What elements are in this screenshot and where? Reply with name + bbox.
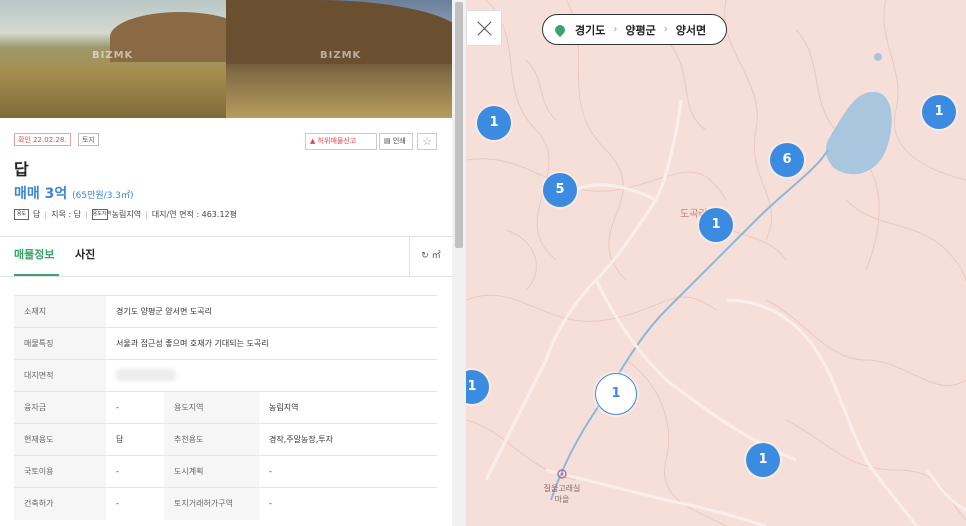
listing-photo-2[interactable]: BIZMK (226, 0, 452, 118)
listing-info-table: 소재지 경기도 양평군 양서면 도곡리 매물특징 서울과 접근성 좋으며 호재가… (14, 295, 437, 520)
map-village-label: 질울고래실 마을 (543, 484, 581, 504)
row-value: - (259, 455, 437, 488)
close-map-button[interactable] (466, 10, 502, 46)
tab-listing-info[interactable]: 매물정보 (14, 246, 54, 262)
location-pin-icon (552, 22, 568, 37)
favorite-button[interactable]: ☆ (417, 133, 437, 150)
row-value: 경작,주말농장,투자 (259, 423, 437, 456)
photo-watermark: BIZMK (92, 50, 134, 61)
listing-price: 매매 3억 (65만원/3.3㎡) (14, 183, 134, 203)
land-area-value-blurred (106, 359, 437, 392)
map-cluster-marker[interactable]: 1 (746, 443, 780, 477)
unit-toggle-button[interactable]: ↻ ㎡ (409, 237, 452, 276)
address-label: 소재지 (14, 295, 106, 328)
address-value: 경기도 양평군 양서면 도곡리 (106, 295, 437, 328)
table-row: 융자금 - 용도지역 농림지역 (14, 391, 437, 424)
unit-label: ㎡ (431, 251, 441, 261)
table-row: 소재지 경기도 양평군 양서면 도곡리 (14, 295, 437, 328)
row-label: 국토이용 (14, 455, 106, 488)
row-value: 농림지역 (259, 391, 437, 424)
row-value: 답 (106, 423, 165, 456)
row-label: 용도지역 (164, 391, 260, 424)
photo-watermark: BIZMK (320, 50, 362, 61)
table-row: 매물특징 서울과 접근성 좋으며 호재가 기대되는 도곡리 (14, 327, 437, 360)
print-button[interactable]: ▤ 인쇄 (379, 133, 413, 150)
row-label: 융자금 (14, 391, 106, 424)
confirm-date-badge: 확인 22.02.28. (14, 133, 71, 146)
map-cluster-marker[interactable]: 1 (922, 95, 956, 129)
row-label: 추천용도 (164, 423, 260, 456)
breadcrumb-province[interactable]: 경기도 (567, 22, 613, 38)
table-row: 건축허가 - 토지거래허가구역 - (14, 487, 437, 520)
row-value: - (106, 391, 165, 424)
map-cluster-marker-selected[interactable]: 1 (595, 373, 637, 415)
row-label: 건축허가 (14, 487, 106, 520)
attr-zoning: 농림지역 (111, 210, 142, 219)
table-row: 대지면적 (14, 359, 437, 392)
row-value: - (259, 487, 437, 520)
listing-attributes: 용도 답 | 지목 : 답 | 용도지역 농림지역 | 대지/연 면적 : 46… (14, 209, 237, 220)
map-cluster-marker[interactable]: 1 (477, 106, 511, 140)
photo-strip[interactable]: BIZMK BIZMK (0, 0, 452, 118)
row-value: - (106, 487, 165, 520)
map-view[interactable]: 경기도 › 양평군 › 양서면 도곡리 질울고래실 마을 1 1 6 5 1 1… (466, 0, 966, 526)
map-cluster-marker[interactable]: 1 (699, 208, 733, 242)
print-button-label: 인쇄 (392, 137, 406, 145)
row-label: 도시계획 (164, 455, 260, 488)
tab-photos[interactable]: 사진 (75, 246, 95, 262)
feature-label: 매물특징 (14, 327, 106, 360)
map-background (466, 0, 966, 526)
attr-land-category: 지목 : 답 (51, 210, 81, 219)
zoning-icon: 용도지역 (91, 209, 111, 220)
property-type-badge: 토지 (78, 133, 99, 146)
listing-title: 답 (14, 160, 29, 179)
siren-icon: ▲ (310, 137, 316, 145)
breadcrumb-district[interactable]: 양서면 (668, 22, 714, 38)
land-area-label: 대지면적 (14, 359, 106, 392)
row-label: 현재용도 (14, 423, 106, 456)
attr-land-use: 답 (33, 210, 41, 219)
map-region-breadcrumb[interactable]: 경기도 › 양평군 › 양서면 (542, 14, 728, 45)
table-row: 국토이용 - 도시계획 - (14, 455, 437, 488)
row-label: 토지거래허가구역 (164, 487, 260, 520)
map-cluster-marker[interactable]: 6 (770, 143, 804, 177)
print-icon: ▤ (384, 137, 391, 145)
scrollbar-thumb[interactable] (455, 2, 463, 248)
attr-area: 대지/연 면적 : 463.12평 (151, 210, 237, 219)
listing-panel: BIZMK BIZMK 확인 22.02.28. 토지 ▲ 허위매물신고 ▤ 인… (0, 0, 466, 526)
feature-value: 서울과 접근성 좋으며 호재가 기대되는 도곡리 (106, 327, 437, 360)
listing-photo-1[interactable]: BIZMK (0, 0, 226, 118)
report-button-label: 허위매물신고 (317, 137, 357, 145)
refresh-icon: ↻ (421, 251, 429, 261)
row-value: - (106, 455, 165, 488)
star-icon: ☆ (422, 135, 432, 148)
price-main: 매매 3억 (14, 186, 68, 202)
price-per-unit: (65만원/3.3㎡) (72, 191, 134, 201)
map-cluster-marker[interactable]: 5 (543, 173, 577, 207)
breadcrumb-county[interactable]: 양평군 (617, 22, 663, 38)
table-row: 현재용도 답 추천용도 경작,주말농장,투자 (14, 423, 437, 456)
land-use-icon: 용도 (14, 209, 29, 220)
panel-scrollbar[interactable] (452, 0, 466, 526)
report-false-listing-button[interactable]: ▲ 허위매물신고 (305, 133, 377, 150)
